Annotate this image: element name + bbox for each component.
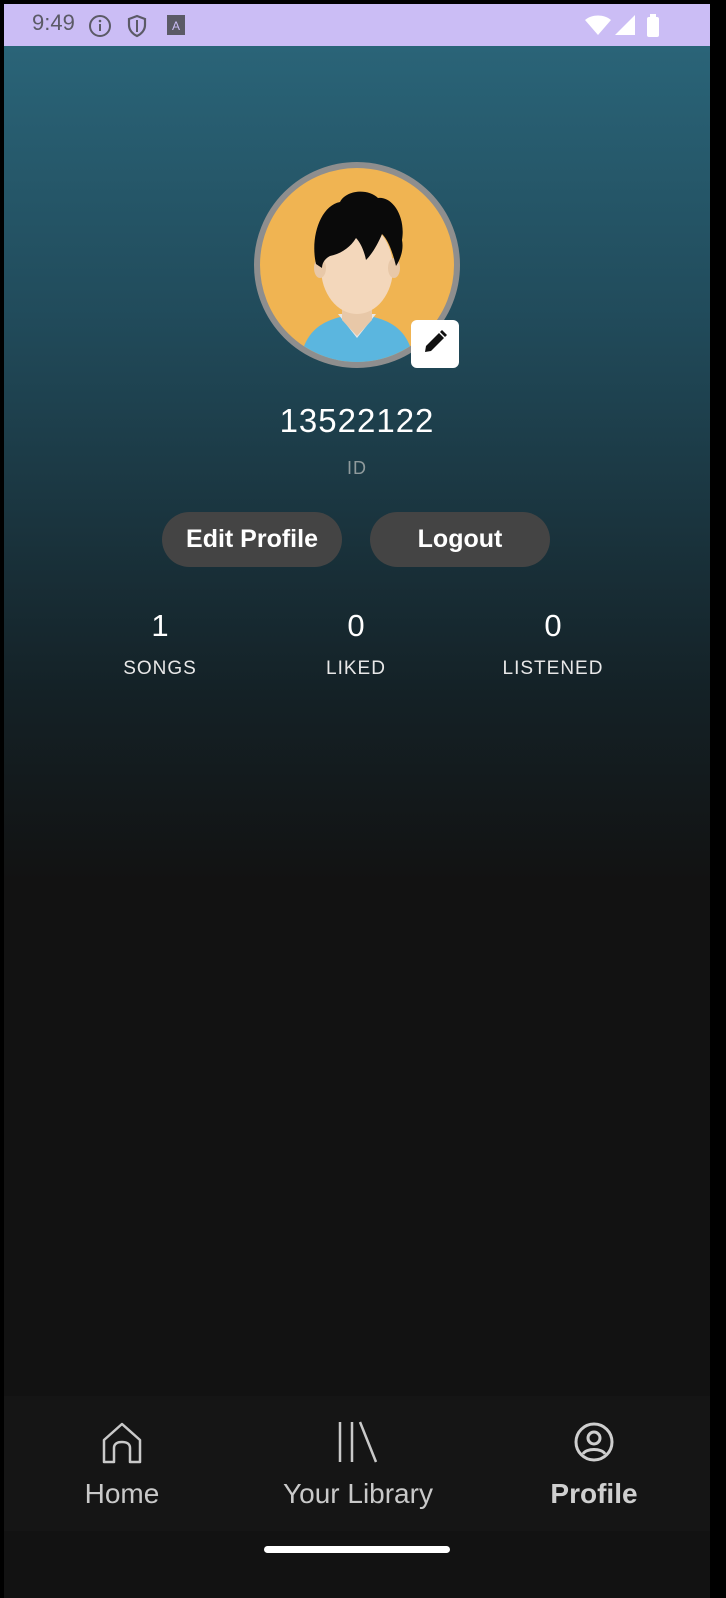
nav-label-home: Home [84, 1478, 160, 1509]
stat-liked: 0 LIKED [256, 608, 456, 680]
pencil-icon [421, 328, 449, 361]
font-icon: A [166, 14, 186, 41]
stat-liked-label: LIKED [326, 658, 386, 679]
signal-icon [614, 14, 636, 41]
avatar[interactable] [254, 162, 460, 368]
edit-profile-button[interactable]: Edit Profile [162, 512, 342, 567]
shield-icon [126, 14, 148, 43]
stat-listened-value: 0 [544, 608, 562, 643]
wifi-icon [584, 14, 612, 41]
profile-icon [572, 1420, 616, 1469]
status-time: 9:49 [32, 10, 75, 35]
info-icon [88, 14, 112, 43]
nav-label-library: Your Library [283, 1478, 433, 1509]
stat-songs: 1 SONGS [60, 608, 260, 680]
stat-songs-label: SONGS [123, 658, 197, 679]
nav-label-profile: Profile [550, 1478, 638, 1509]
profile-username: 13522122 [279, 402, 435, 439]
library-icon [336, 1420, 380, 1469]
edit-avatar-button[interactable] [411, 320, 459, 368]
gesture-bar[interactable] [264, 1546, 450, 1553]
bottom-navigation: Home Your Library Profile [4, 1396, 710, 1531]
nav-item-home[interactable]: Home [4, 1396, 240, 1531]
stat-listened: 0 LISTENED [453, 608, 653, 680]
nav-item-profile[interactable]: Profile [476, 1396, 710, 1531]
svg-text:A: A [172, 19, 180, 33]
stat-liked-value: 0 [347, 608, 365, 643]
status-bar: 9:49 A [4, 4, 710, 46]
stat-listened-label: LISTENED [502, 658, 604, 679]
logout-button[interactable]: Logout [370, 512, 550, 567]
nav-item-library[interactable]: Your Library [240, 1396, 476, 1531]
stat-songs-value: 1 [151, 608, 169, 643]
home-icon [100, 1420, 144, 1469]
profile-id-label: ID [347, 458, 367, 478]
profile-screen: 9:49 A 13522122 ID Edit Profile Logout 1… [4, 4, 710, 1598]
battery-icon [646, 14, 660, 43]
